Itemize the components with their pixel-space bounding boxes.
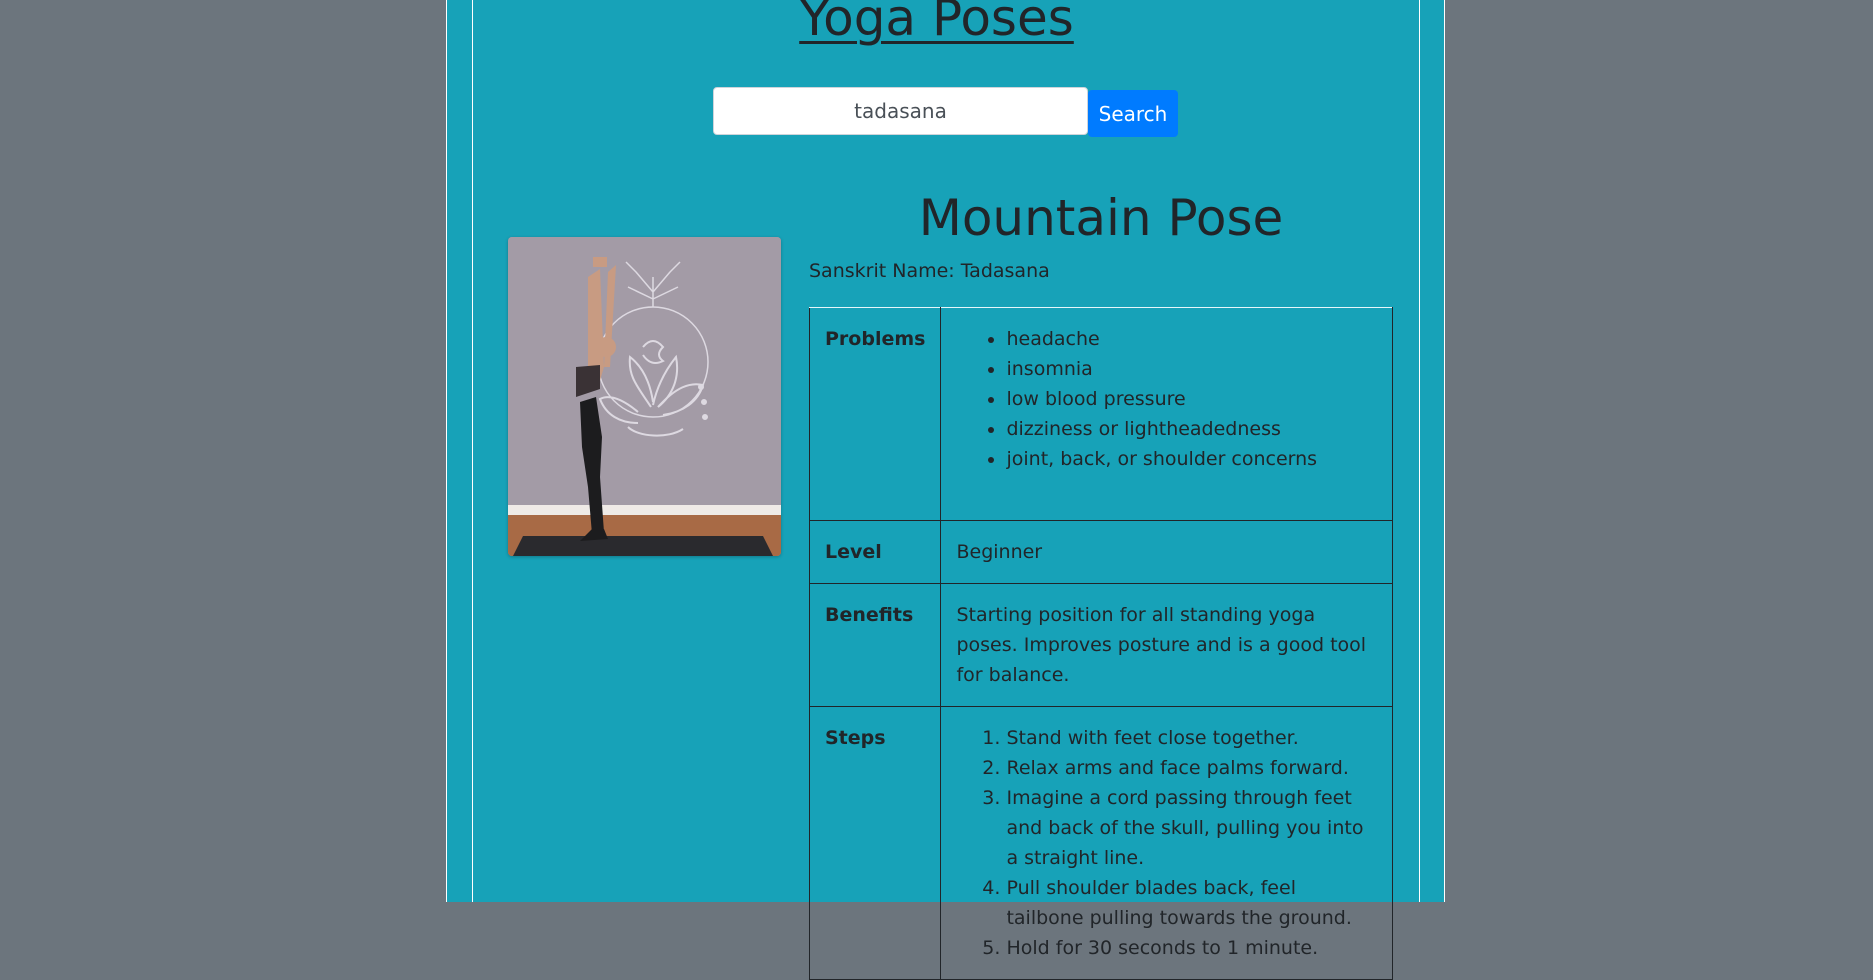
steps-label: Steps (808, 706, 942, 980)
search-input[interactable] (713, 87, 1088, 135)
steps-cell: Stand with feet close together. Relax ar… (940, 706, 1393, 980)
list-item: Pull shoulder blades back, feel tailbone… (1006, 873, 1377, 933)
page-title: Yoga Poses (799, 0, 1074, 47)
search-button[interactable]: Search (1088, 90, 1178, 137)
list-item: Stand with feet close together. (1006, 723, 1377, 753)
table-row: Benefits Starting position for all stand… (808, 583, 1393, 707)
steps-list: Stand with feet close together. Relax ar… (956, 723, 1377, 963)
table-row: Problems headache insomnia low blood pre… (808, 307, 1393, 521)
table-row: Steps Stand with feet close together. Re… (808, 706, 1393, 980)
benefits-label: Benefits (808, 583, 942, 707)
level-value: Beginner (940, 520, 1393, 584)
benefits-value: Starting position for all standing yoga … (940, 583, 1393, 707)
list-item: Imagine a cord passing through feet and … (1006, 783, 1377, 873)
list-item: low blood pressure (1006, 384, 1377, 414)
level-label: Level (808, 520, 942, 584)
problems-cell: headache insomnia low blood pressure diz… (940, 307, 1393, 521)
sanskrit-name: Sanskrit Name: Tadasana (809, 260, 1050, 282)
pose-name: Mountain Pose (918, 189, 1284, 247)
list-item: joint, back, or shoulder concerns (1006, 444, 1377, 474)
pose-image (508, 237, 781, 556)
list-item: Relax arms and face palms forward. (1006, 753, 1377, 783)
list-item: insomnia (1006, 354, 1377, 384)
table-row: Level Beginner (808, 520, 1393, 584)
list-item: headache (1006, 324, 1377, 354)
problems-list: headache insomnia low blood pressure diz… (956, 324, 1377, 504)
yoga-pose-photo (508, 237, 781, 556)
problems-label: Problems (808, 307, 942, 521)
list-item: Hold for 30 seconds to 1 minute. (1006, 933, 1377, 963)
list-item: dizziness or lightheadedness (1006, 414, 1377, 444)
pose-details-table: Problems headache insomnia low blood pre… (808, 307, 1393, 980)
